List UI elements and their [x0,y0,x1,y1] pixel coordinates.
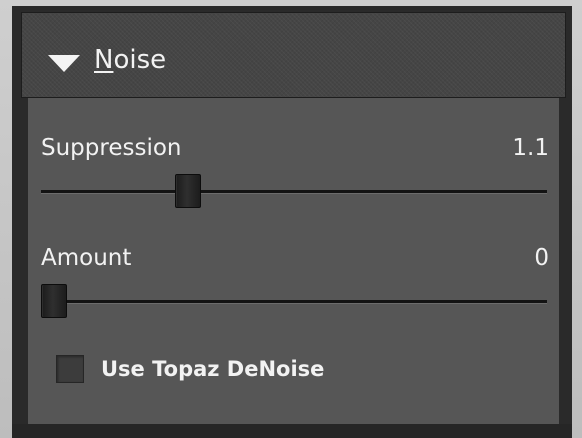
triangle-down-icon[interactable] [48,55,80,72]
amount-label: Amount [41,245,132,271]
noise-panel: Noise Suppression 1.1 Amount 0 Use Topaz… [12,6,572,438]
panel-bottom-edge [12,424,572,438]
use-topaz-denoise-label[interactable]: Use Topaz DeNoise [101,356,324,382]
noise-settings-body: Suppression 1.1 Amount 0 Use Topaz DeNoi… [28,98,559,424]
amount-slider-track[interactable] [41,300,547,304]
use-topaz-denoise-checkbox[interactable] [56,355,84,383]
suppression-slider[interactable] [41,174,547,208]
section-title-mnemonic: N [94,45,114,75]
suppression-slider-thumb[interactable] [175,174,202,208]
suppression-label: Suppression [41,135,182,161]
amount-slider-thumb[interactable] [41,284,67,318]
suppression-slider-track[interactable] [41,190,547,194]
section-title-rest: oise [113,45,167,75]
amount-slider[interactable] [41,284,547,318]
amount-value: 0 [534,245,549,271]
section-title: Noise [94,44,166,76]
suppression-value: 1.1 [512,135,549,161]
window-background: Noise Suppression 1.1 Amount 0 Use Topaz… [0,0,582,438]
noise-section-header[interactable]: Noise [21,12,566,98]
